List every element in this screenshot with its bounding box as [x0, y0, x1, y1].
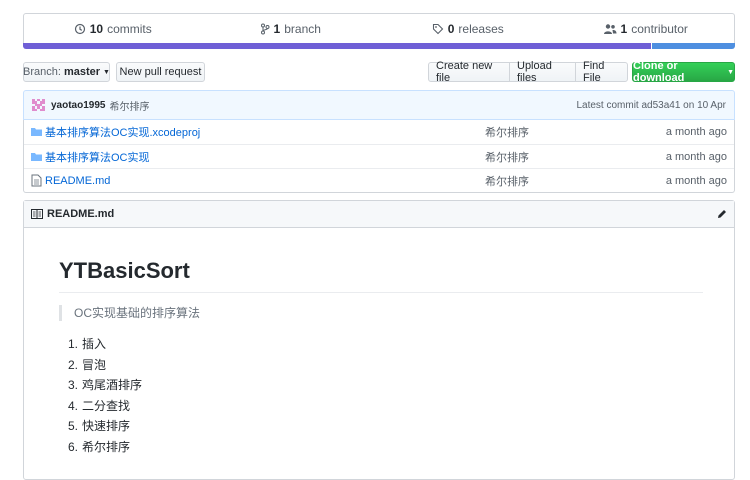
folder-icon — [31, 153, 42, 161]
folder-icon — [31, 128, 42, 136]
readme-filename: README.md — [47, 208, 115, 220]
book-icon — [31, 209, 43, 219]
list-item: 6. 希尔排序 — [68, 439, 131, 454]
branch-icon — [260, 23, 270, 34]
file-age: a month ago — [665, 150, 727, 163]
language-segment-other[interactable] — [652, 43, 735, 49]
commits-label: commits — [107, 21, 152, 36]
repo-summary: 10 commits 1 branch 0 releases 1 contrib… — [23, 13, 735, 43]
contributors-count: 1 — [620, 21, 628, 36]
branches-count: 1 — [273, 21, 281, 36]
clone-label: Clone or download — [633, 60, 685, 84]
contributors-label: contributor — [631, 21, 688, 36]
file-commit-message[interactable]: 希尔排序 — [485, 124, 529, 140]
readme-blockquote: OC实现基础的排序算法 — [59, 305, 200, 321]
file-name-link[interactable]: 基本排序算法OC实现 — [45, 149, 150, 165]
language-bar[interactable] — [23, 43, 735, 49]
latest-commit-bar: yaotao1995 希尔排序 Latest commit ad53a41 on… — [23, 90, 735, 120]
file-name-link[interactable]: 基本排序算法OC实现.xcodeproj — [45, 124, 200, 140]
list-item: 3. 鸡尾酒排序 — [68, 378, 143, 392]
list-item: 4. 二分查找 — [68, 398, 131, 413]
readme-ordered-list: 1. 插入 2. 冒泡 3. 鸡尾酒排序 4. 二分查找 5. 快速排序 6. 希尔排序 — [68, 334, 142, 457]
commits-count: 10 — [89, 21, 104, 36]
branch-name: master — [63, 66, 101, 78]
language-segment-objective-c[interactable] — [23, 43, 651, 49]
commit-message[interactable]: 希尔排序 — [109, 98, 149, 113]
list-item: 2. 冒泡 — [68, 357, 107, 372]
file-age: a month ago — [665, 174, 727, 187]
contributors-link[interactable]: 1 contributor — [557, 14, 735, 43]
caret-down-icon: ▼ — [727, 68, 734, 76]
readme-panel: README.md YTBasicSort OC实现基础的排序算法 1. 插入 2… — [23, 200, 735, 480]
new-pull-request-button[interactable]: New pull request — [116, 62, 205, 82]
file-actions-group: Create new file Upload files Find File — [428, 60, 628, 84]
file-commit-message[interactable]: 希尔排序 — [485, 149, 529, 165]
find-file-button[interactable]: Find File — [575, 60, 628, 84]
releases-count: 0 — [447, 21, 455, 36]
list-item: 1. 插入 — [68, 337, 107, 351]
table-row: 基本排序算法OC实现 希尔排序 a month ago — [24, 144, 734, 168]
avatar[interactable] — [32, 98, 45, 112]
list-item: 5. 快速排序 — [68, 419, 131, 433]
commit-author[interactable]: yaotao1995 — [51, 100, 105, 111]
people-icon — [603, 23, 617, 34]
latest-commit-info[interactable]: Latest commit ad53a41 on 10 Apr — [576, 100, 726, 111]
table-row: README.md 希尔排序 a month ago — [24, 168, 734, 192]
branches-label: branch — [284, 21, 321, 36]
releases-link[interactable]: 0 releases — [379, 14, 557, 43]
upload-files-button[interactable]: Upload files — [509, 60, 576, 84]
file-list: 基本排序算法OC实现.xcodeproj 希尔排序 a month ago 基本… — [23, 120, 735, 193]
file-commit-message[interactable]: 希尔排序 — [485, 173, 529, 189]
pencil-icon[interactable] — [717, 209, 727, 219]
clone-or-download-button[interactable]: Clone or download ▼ — [632, 60, 735, 84]
file-name-link[interactable]: README.md — [45, 175, 110, 187]
branches-link[interactable]: 1 branch — [202, 14, 380, 43]
branch-prefix: Branch: — [23, 66, 61, 78]
branch-select-button[interactable]: Branch: master ▼ — [23, 62, 110, 82]
tag-icon — [432, 23, 443, 34]
divider — [59, 292, 703, 293]
readme-header: README.md — [24, 201, 734, 228]
table-row: 基本排序算法OC实现.xcodeproj 希尔排序 a month ago — [24, 120, 734, 144]
commits-link[interactable]: 10 commits — [24, 14, 202, 43]
caret-down-icon: ▼ — [103, 68, 110, 76]
file-age: a month ago — [665, 126, 727, 138]
create-new-file-button[interactable]: Create new file — [428, 60, 510, 84]
file-icon — [31, 174, 42, 187]
releases-label: releases — [458, 21, 504, 36]
readme-title: YTBasicSort — [59, 258, 190, 283]
history-icon — [74, 23, 85, 34]
